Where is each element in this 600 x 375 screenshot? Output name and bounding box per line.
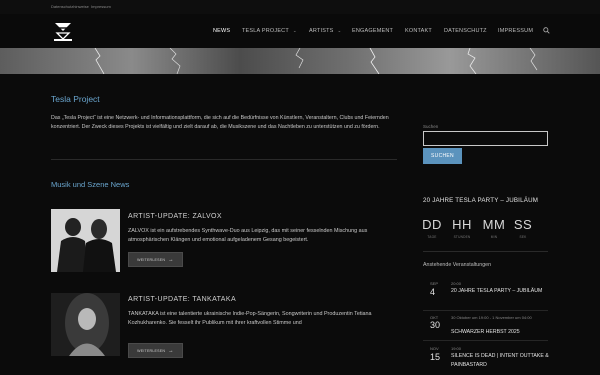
- tesla-logo[interactable]: [51, 19, 75, 43]
- header-banner-image: [0, 48, 600, 74]
- divider: [51, 159, 397, 160]
- event-time: 30 Oktober um 19:00 - 1 November um 04:0…: [451, 315, 532, 320]
- search-label: Suchen: [423, 124, 439, 129]
- search-icon[interactable]: [543, 27, 550, 36]
- event-day: 15: [430, 352, 441, 362]
- event-title[interactable]: SILENCE IS DEAD | INTENT OUTTAKE & PAINB…: [451, 352, 551, 369]
- nav-impressum[interactable]: IMPRESSUM: [498, 28, 533, 34]
- nav-artists[interactable]: ARTISTS ⌄: [309, 28, 342, 34]
- event-day: 4: [430, 287, 436, 297]
- search-button[interactable]: SUCHEN: [423, 148, 462, 164]
- read-more-button[interactable]: WEITERLESEN →: [128, 252, 183, 267]
- divider: [423, 251, 548, 252]
- post-image-tankataka[interactable]: [51, 293, 120, 356]
- privacy-link[interactable]: Datenschutzhinweise: [51, 4, 89, 9]
- post-excerpt: TANKATAKA ist eine talentierte ukrainisc…: [128, 311, 372, 326]
- nav-kontakt[interactable]: KONTAKT: [405, 28, 432, 34]
- event-month: SEP: [430, 281, 439, 286]
- event-time: 20:00: [451, 281, 462, 286]
- chevron-down-icon: ⌄: [337, 28, 342, 33]
- nav-tesla-project[interactable]: TESLA PROJECT ⌄: [242, 28, 297, 34]
- post-title[interactable]: ARTIST-UPDATE: ZALVOX: [128, 213, 222, 220]
- event-time: 19:00: [451, 346, 462, 351]
- page-title: Tesla Project: [51, 94, 100, 104]
- intro-text: Das „Tesla Project“ ist eine Netzwerk- u…: [51, 115, 389, 130]
- event-month: NOV: [430, 346, 439, 351]
- divider: [423, 340, 548, 341]
- countdown-title[interactable]: 20 JAHRE TESLA PARTY – JUBILÄUM: [423, 197, 538, 204]
- countdown-minutes: MM MIN: [482, 217, 506, 239]
- imprint-link[interactable]: Impressum: [91, 4, 111, 9]
- event-title[interactable]: 20 JAHRE TESLA PARTY – JUBILÄUM: [451, 287, 551, 296]
- nav-datenschutz[interactable]: DATENSCHUTZ: [444, 28, 487, 34]
- site-header: NEWS TESLA PROJECT ⌄ ARTISTS ⌄ ENGAGEMENT …: [0, 14, 600, 48]
- search-input[interactable]: [423, 131, 548, 146]
- post-image-zalvox[interactable]: [51, 209, 120, 272]
- countdown-hours: HH STUNDEN: [452, 217, 472, 239]
- arrow-right-icon: →: [168, 256, 174, 263]
- nav-engagement[interactable]: ENGAGEMENT: [352, 28, 393, 34]
- countdown-seconds: SS SEK: [513, 217, 533, 239]
- post-title[interactable]: ARTIST-UPDATE: TANKATAKA: [128, 296, 236, 303]
- section-title: Musik und Szene News: [51, 180, 130, 189]
- chevron-down-icon: ⌄: [292, 28, 297, 33]
- upcoming-events-title: Anstehende Veranstaltungen: [423, 262, 492, 268]
- post-excerpt: ZALVOX ist ein aufstrebendes Synthwave-D…: [128, 228, 368, 243]
- top-bar: Datenschutzhinweise Impressum: [0, 0, 600, 14]
- divider: [423, 310, 548, 311]
- nav-news[interactable]: NEWS: [213, 28, 230, 34]
- arrow-right-icon: →: [168, 347, 174, 354]
- event-title[interactable]: SCHWARZER HERBST 2025: [451, 328, 551, 337]
- event-day: 30: [430, 320, 441, 330]
- countdown-days: DD TAGE: [422, 217, 442, 239]
- read-more-button[interactable]: WEITERLESEN →: [128, 343, 183, 358]
